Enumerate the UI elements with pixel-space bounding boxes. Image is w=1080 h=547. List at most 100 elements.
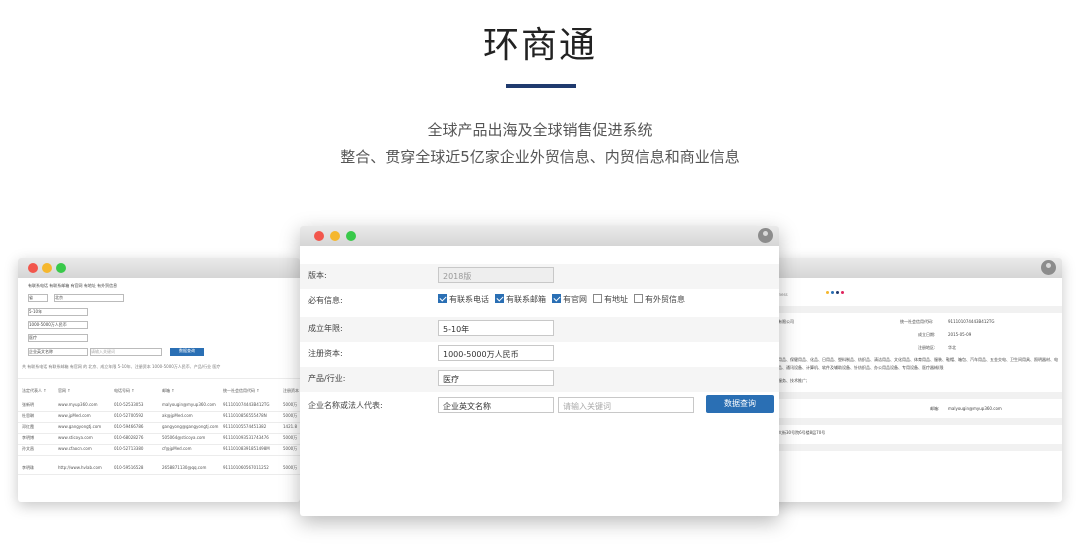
table-header-cell[interactable]: 邮箱 ↑ [162,388,175,394]
section-divider [760,418,1062,425]
company-type-select[interactable]: 企业英文名称 [438,397,554,413]
table-cell: 1421.8 [283,424,297,429]
table-row-divider [18,422,300,423]
left-keyword-input[interactable]: 请输入关键词 [90,348,162,356]
left-check-3[interactable]: 有官网 [71,283,83,288]
table-cell: 911101060567011252 [223,465,269,470]
checkbox-label: 有联系电话 [449,295,489,304]
table-cell: 91110108391851498M [223,446,270,451]
founded-value: 2015-05-09 [948,332,972,337]
form-row-version: 版本: 2018版 [300,264,779,289]
required-check-4[interactable]: 有地址 [593,294,628,305]
capital-select[interactable]: 1000-5000万人民币 [438,345,554,361]
table-cell[interactable]: http://www.hvlab.com [58,465,102,470]
table-cell: 010-52533053 [114,402,144,407]
left-city-select[interactable]: 北京 [54,294,124,302]
keyword-input[interactable]: 请输入关键词 [558,397,694,413]
table-cell: 91110105574451382 [223,424,267,429]
table-header-cell[interactable]: 法定代表人 ↑ [22,388,47,394]
window-titlebar [300,226,779,246]
search-form-window: 版本: 2018版 必有信息: 有联系电话 有联系邮箱 有官网 有地址 有外贸信息 成立… [300,226,779,516]
table-cell: 505064@sticoya.com [162,435,206,440]
left-company-select[interactable]: 企业英文名称 [28,348,88,356]
checkbox-checked-icon[interactable] [552,294,561,303]
left-check-1[interactable]: 有联系电话 [28,283,48,288]
left-capital-select[interactable]: 1000-5000万人民币 [28,321,88,329]
table-header-cell[interactable]: 电话号码 ↑ [114,388,135,394]
table-cell[interactable]: www.sticoya.com [58,435,93,440]
form-row-capital: 注册资本: 1000-5000万人民币 [300,342,779,367]
table-cell[interactable]: www.gangyongtj.com [58,424,101,429]
required-check-1[interactable]: 有联系电话 [438,294,489,305]
table-cell: 911101074443B412TG [223,402,270,407]
region-value: 华北 [948,345,956,350]
checkbox-label: 有地址 [604,295,628,304]
company-label: 企业名称或法人代表: [308,401,383,410]
left-check-2[interactable]: 有联系邮箱 [49,283,69,288]
table-cell: 010-68028276 [114,435,144,440]
table-cell: malyougin@myup360.com [162,402,216,407]
close-dot-icon[interactable] [28,263,38,273]
table-row-divider [18,455,300,456]
divider [18,378,300,379]
table-cell[interactable]: www.jpMed.com [58,413,91,418]
table-header-cell[interactable]: 统一社会信用代码 ↑ [223,388,260,394]
left-industry-input[interactable]: 医疗 [28,334,88,342]
table-cell: 5000万 [283,446,298,451]
search-button[interactable]: 数据查询 [706,395,774,413]
industry-input[interactable]: 医疗 [438,370,554,386]
region-label: 注册地区: [918,345,936,350]
page-subtitle-2: 整合、贯穿全球近5亿家企业外贸信息、内贸信息和商业信息 [340,148,740,166]
table-cell: 911101093531743476 [223,435,269,440]
table-row-divider [18,444,300,445]
industry-label: 产品/行业: [308,374,346,383]
left-check-4[interactable]: 有地址 [84,283,96,288]
detail-window: Business 健康有限公司 统一社会信用代码: 911101074443B4… [760,258,1062,502]
table-cell: 邓红霞 [22,424,34,429]
checkbox-label: 有官网 [563,295,587,304]
table-cell[interactable]: www.cfaocn.com [58,446,92,451]
checkbox-empty-icon[interactable] [634,294,643,303]
section-divider [760,306,1062,313]
left-province-select[interactable]: 省 [28,294,48,302]
table-cell: 010-59466786 [114,424,144,429]
left-check-5[interactable]: 有外贸信息 [97,283,117,288]
table-cell[interactable]: www.myup360.com [58,402,98,407]
user-avatar-icon[interactable] [1041,260,1056,275]
page-title: 环商通 [482,25,597,66]
maximize-dot-icon[interactable] [346,231,356,241]
table-cell: ak@jpMed.com [162,413,193,418]
form-row-industry: 产品/行业: 医疗 [300,367,779,392]
table-header-cell[interactable]: 注册资本 [283,388,299,394]
maximize-dot-icon[interactable] [56,263,66,273]
required-check-2[interactable]: 有联系邮箱 [495,294,546,305]
checkbox-checked-icon[interactable] [438,294,447,303]
required-check-5[interactable]: 有外贸信息 [634,294,685,305]
table-cell: 5000万 [283,402,298,407]
years-select[interactable]: 5-10年 [438,320,554,336]
user-avatar-icon[interactable] [758,228,773,243]
left-search-button[interactable]: 数据查询 [170,348,204,356]
checkbox-label: 有外贸信息 [645,295,685,304]
form-row-years: 成立年限: 5-10年 [300,317,779,342]
required-check-3[interactable]: 有官网 [552,294,587,305]
table-cell: 010-52700592 [114,413,144,418]
table-cell: 孙文昌 [22,446,34,451]
table-row-divider [18,474,300,475]
email-value: malyougin@myup360.com [948,406,1002,411]
checkbox-checked-icon[interactable] [495,294,504,303]
minimize-dot-icon[interactable] [330,231,340,241]
table-cell: 张新明 [22,402,34,407]
table-header-cell[interactable]: 官网 ↑ [58,388,71,394]
left-years-select[interactable]: 5-10年 [28,308,88,316]
table-cell: 010-59516528 [114,465,144,470]
title-underline [506,84,576,88]
checkbox-empty-icon[interactable] [593,294,602,303]
table-cell: 010-52713380 [114,446,144,451]
table-cell: gangyong@gangyongtj.com [162,424,219,429]
version-label: 版本: [308,271,327,280]
left-result-note: 共 有联系电话 有联系邮箱 有官网 的 北京、成立年限 5-10年、注册资本 1… [22,364,221,369]
close-dot-icon[interactable] [314,231,324,241]
minimize-dot-icon[interactable] [42,263,52,273]
brand-logo [826,279,846,298]
